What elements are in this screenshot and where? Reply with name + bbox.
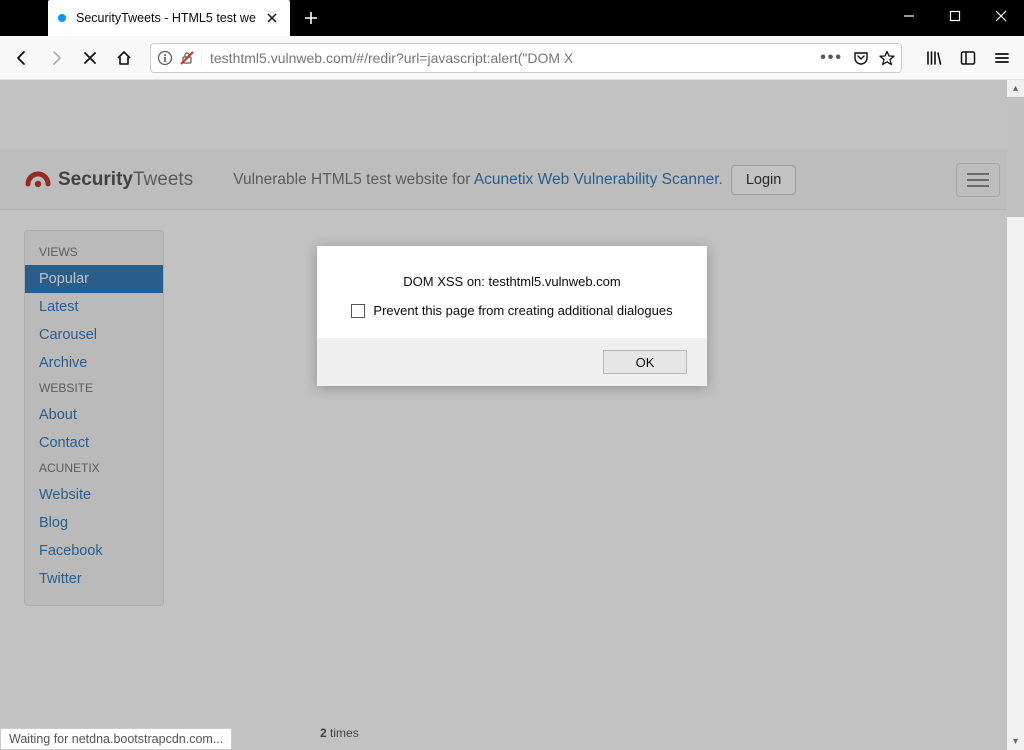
window-minimize-button[interactable] bbox=[886, 0, 932, 32]
window-controls bbox=[886, 0, 1024, 32]
info-icon bbox=[157, 50, 173, 66]
tab-close-button[interactable] bbox=[264, 10, 280, 26]
url-bar[interactable]: ••• bbox=[150, 43, 902, 73]
stop-reload-button[interactable] bbox=[74, 42, 106, 74]
scroll-up-arrow[interactable]: ▴ bbox=[1007, 80, 1024, 97]
alert-message: DOM XSS on: testhtml5.vulnweb.com bbox=[403, 274, 620, 289]
sidebar-button[interactable] bbox=[952, 42, 984, 74]
modal-scrim bbox=[0, 80, 1024, 750]
checkbox-label: Prevent this page from creating addition… bbox=[373, 303, 672, 318]
alert-ok-button[interactable]: OK bbox=[603, 350, 687, 374]
new-tab-button[interactable] bbox=[296, 0, 326, 36]
window-titlebar: SecurityTweets - HTML5 test we bbox=[0, 0, 1024, 36]
forward-button[interactable] bbox=[40, 42, 72, 74]
status-bar: Waiting for netdna.bootstrapcdn.com... bbox=[0, 728, 232, 750]
tab-title: SecurityTweets - HTML5 test we bbox=[76, 11, 256, 25]
browser-tab[interactable]: SecurityTweets - HTML5 test we bbox=[48, 0, 290, 36]
home-button[interactable] bbox=[108, 42, 140, 74]
insecure-lock-icon bbox=[179, 50, 195, 66]
back-button[interactable] bbox=[6, 42, 38, 74]
scroll-down-arrow[interactable]: ▾ bbox=[1007, 733, 1024, 750]
library-button[interactable] bbox=[918, 42, 950, 74]
browser-toolbar: ••• bbox=[0, 36, 1024, 80]
checkbox-icon bbox=[351, 304, 365, 318]
pocket-icon[interactable] bbox=[853, 50, 869, 66]
window-close-button[interactable] bbox=[978, 0, 1024, 32]
tab-loading-dot bbox=[58, 14, 66, 22]
app-menu-button[interactable] bbox=[986, 42, 1018, 74]
prevent-dialogs-checkbox[interactable]: Prevent this page from creating addition… bbox=[351, 303, 672, 318]
browser-viewport: SecurityTweets Vulnerable HTML5 test web… bbox=[0, 80, 1024, 750]
scroll-thumb[interactable] bbox=[1007, 97, 1024, 217]
alert-dialog: DOM XSS on: testhtml5.vulnweb.com Preven… bbox=[317, 246, 707, 386]
window-maximize-button[interactable] bbox=[932, 0, 978, 32]
status-text: Waiting for netdna.bootstrapcdn.com... bbox=[9, 732, 223, 746]
site-identity[interactable] bbox=[157, 50, 202, 66]
url-input[interactable] bbox=[210, 50, 812, 66]
vertical-scrollbar[interactable]: ▴ ▾ bbox=[1007, 80, 1024, 750]
page-actions-icon[interactable]: ••• bbox=[820, 49, 843, 67]
bookmark-star-icon[interactable] bbox=[879, 50, 895, 66]
